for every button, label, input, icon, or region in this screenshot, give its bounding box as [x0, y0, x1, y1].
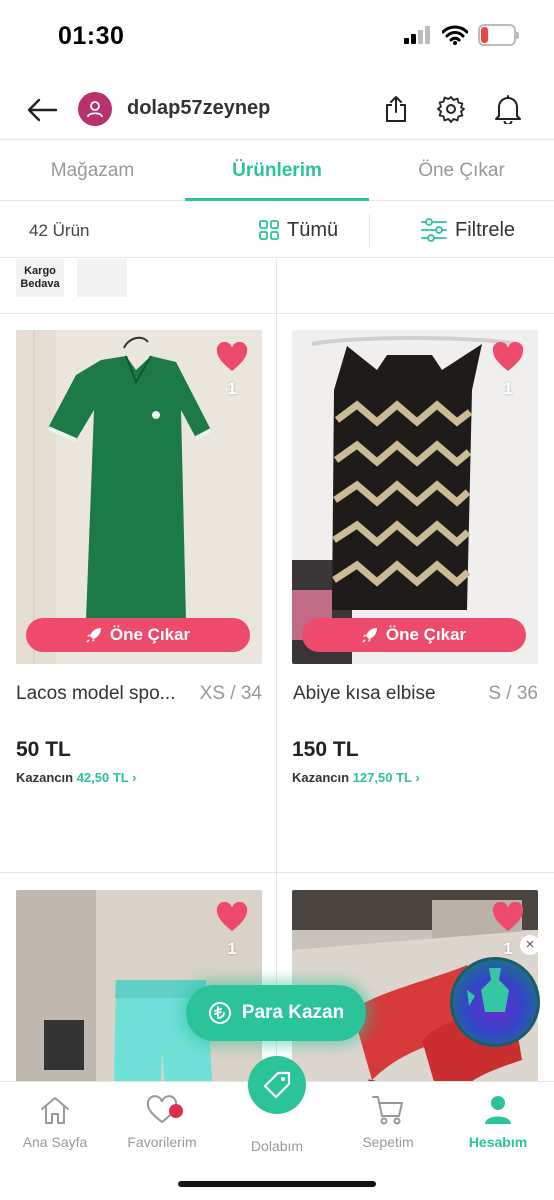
home-icon	[41, 1097, 69, 1124]
nav-home[interactable]: Ana Sayfa	[0, 1092, 110, 1150]
person-icon	[485, 1096, 511, 1124]
filter-icon	[421, 218, 447, 242]
product-size: S / 36	[488, 683, 538, 704]
tab-urunlerim[interactable]: Ürünlerim	[185, 141, 369, 201]
profile-tabs: Mağazam Ürünlerim Öne Çıkar	[0, 141, 554, 201]
filter-button[interactable]: Filtrele	[421, 214, 515, 246]
gear-icon	[437, 96, 465, 123]
product-price: 50 TL	[16, 738, 71, 761]
grid-icon	[259, 220, 279, 240]
chevron-right-icon: ›	[132, 770, 137, 785]
free-shipping-badge: Kargo Bedava	[16, 259, 64, 297]
product-grid: Kargo Bedava 1 Öne Çıkar Lacos model spo…	[0, 259, 554, 1081]
all-label: Tümü	[287, 218, 339, 241]
nav-favorites[interactable]: Favorilerim	[107, 1092, 217, 1150]
chevron-right-icon: ›	[415, 770, 420, 785]
share-icon	[386, 96, 406, 122]
product-price: 150 TL	[292, 738, 359, 761]
earning-label: Kazancın	[292, 770, 350, 785]
share-button[interactable]	[379, 92, 413, 126]
grid-divider	[276, 259, 277, 1081]
wifi-icon	[442, 25, 468, 45]
status-time: 01:30	[58, 22, 125, 50]
back-button[interactable]	[24, 92, 60, 128]
earning-info[interactable]: Kazancın 42,50 TL ›	[16, 770, 136, 785]
battery-icon: 20	[478, 24, 519, 46]
nav-home-label: Ana Sayfa	[22, 1134, 88, 1150]
row-divider	[0, 872, 554, 873]
lira-coin-icon	[208, 1002, 231, 1024]
status-icons: 20	[404, 24, 519, 46]
product-image[interactable]: 1 Öne Çıkar	[16, 330, 262, 664]
like-button[interactable]: 1	[490, 341, 526, 399]
earn-money-label: Para Kazan	[241, 1002, 345, 1023]
like-count: 1	[503, 379, 513, 398]
earning-value: 127,50 TL	[352, 770, 412, 785]
home-indicator	[178, 1181, 376, 1187]
nav-favorites-label: Favorilerim	[127, 1134, 197, 1150]
nav-cart-label: Sepetim	[362, 1134, 414, 1150]
dress-icon	[467, 968, 509, 1012]
heart-icon	[492, 901, 524, 931]
product-title[interactable]: Abiye kısa elbise	[293, 683, 436, 705]
promo-bubble[interactable]	[450, 957, 540, 1047]
nav-closet-button[interactable]	[248, 1056, 306, 1114]
promote-label: Öne Çıkar	[385, 625, 467, 644]
all-button[interactable]: Tümü	[259, 214, 338, 246]
close-icon[interactable]: ×	[520, 935, 540, 955]
heart-icon	[216, 901, 248, 931]
filter-label: Filtrele	[455, 218, 516, 241]
battery-level: 20	[489, 27, 505, 43]
bell-icon	[495, 95, 521, 124]
promote-button[interactable]: Öne Çıkar	[26, 618, 250, 652]
heart-icon	[216, 341, 248, 371]
like-count: 1	[227, 939, 237, 958]
like-count: 1	[227, 379, 237, 398]
product-image[interactable]: 1 Öne Çıkar	[292, 330, 538, 664]
user-icon	[87, 101, 103, 118]
nav-closet[interactable]: Dolabım	[222, 1138, 332, 1154]
earn-money-button[interactable]: Para Kazan	[186, 985, 366, 1041]
tab-magazam[interactable]: Mağazam	[0, 141, 185, 201]
active-tab-indicator	[185, 198, 369, 201]
like-button[interactable]: 1	[490, 901, 526, 959]
product-count: 42 Ürün	[29, 221, 90, 240]
tab-one-cikar[interactable]: Öne Çıkar	[369, 141, 554, 201]
tag-icon	[263, 1071, 291, 1099]
nav-account[interactable]: Hesabım	[443, 1092, 553, 1150]
earning-info[interactable]: Kazancın 127,50 TL ›	[292, 770, 420, 785]
rocket-icon	[362, 628, 377, 643]
profile-header: dolap57zeynep	[0, 80, 554, 140]
nav-closet-label: Dolabım	[250, 1138, 304, 1154]
row-divider	[0, 313, 554, 314]
like-button[interactable]: 1	[214, 341, 250, 399]
rocket-icon	[86, 628, 101, 643]
badge-placeholder	[77, 259, 127, 297]
notification-dot	[169, 1104, 183, 1118]
earning-label: Kazancın	[16, 770, 74, 785]
product-title[interactable]: Lacos model spo...	[16, 683, 175, 705]
arrow-left-icon	[27, 98, 58, 122]
promote-label: Öne Çıkar	[109, 625, 191, 644]
avatar[interactable]	[78, 92, 112, 126]
toolbar-divider	[369, 214, 370, 246]
earning-value: 42,50 TL	[76, 770, 129, 785]
product-size: XS / 34	[199, 683, 262, 704]
heart-icon	[492, 341, 524, 371]
nav-account-label: Hesabım	[468, 1134, 528, 1150]
username[interactable]: dolap57zeynep	[127, 97, 270, 120]
notifications-button[interactable]	[491, 92, 525, 126]
cart-icon	[372, 1096, 403, 1125]
settings-button[interactable]	[434, 92, 468, 126]
status-bar: 01:30 20	[0, 0, 554, 72]
signal-icon	[404, 26, 430, 44]
product-toolbar: 42 Ürün Tümü Filtrele	[0, 202, 554, 258]
like-button[interactable]: 1	[214, 901, 250, 959]
promote-button[interactable]: Öne Çıkar	[302, 618, 526, 652]
nav-cart[interactable]: Sepetim	[333, 1092, 443, 1150]
